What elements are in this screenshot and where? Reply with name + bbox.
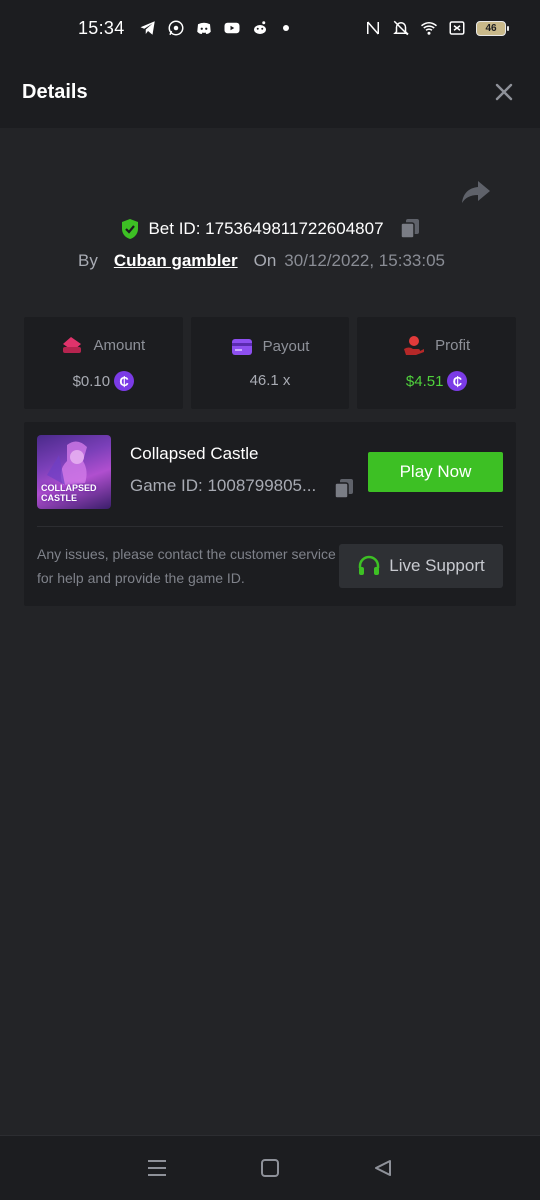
support-hint: Any issues, please contact the customer … — [37, 546, 336, 586]
bet-id: Bet ID: 1753649811722604807 — [148, 219, 384, 238]
stat-label: Profit — [435, 336, 471, 354]
system-icons: 46 — [364, 19, 509, 37]
close-box-icon — [448, 19, 466, 37]
game-thumbnail-label: COLLAPSED CASTLE — [41, 483, 97, 503]
live-support-button[interactable]: Live Support — [339, 544, 503, 588]
copy-icon — [399, 219, 419, 239]
divider — [37, 526, 503, 527]
page-title: Details — [22, 80, 88, 103]
game-id: Game ID: 1008799805... — [130, 476, 317, 495]
wifi-icon — [420, 19, 438, 37]
game-card: COLLAPSED CASTLE Collapsed Castle Game I… — [24, 422, 516, 606]
stat-label: Payout — [262, 338, 310, 355]
coin-icon: ₵ — [447, 371, 468, 391]
telegram-icon — [139, 19, 157, 37]
bet-stats: Amount $0.10 ₵ Payout 46.1 x Profit $4.5… — [24, 317, 517, 409]
bet-id-row: Bet ID: 1753649811722604807 — [0, 214, 540, 244]
live-support-label: Live Support — [389, 556, 485, 575]
reddit-icon — [251, 19, 269, 37]
copy-game-id-button[interactable] — [334, 478, 354, 499]
card-icon — [231, 338, 252, 355]
details-header: Details — [0, 56, 540, 128]
whatsapp-icon — [167, 19, 185, 37]
amount-icon — [63, 337, 82, 353]
discord-icon — [195, 19, 213, 37]
back-button[interactable] — [369, 1154, 397, 1182]
on-label: On — [253, 251, 277, 270]
system-nav-bar — [0, 1135, 540, 1200]
by-label: By — [78, 251, 98, 270]
stat-payout: Payout 46.1 x — [190, 317, 350, 409]
game-thumbnail[interactable]: COLLAPSED CASTLE — [37, 435, 111, 509]
mute-icon — [392, 19, 410, 37]
stat-amount: Amount $0.10 ₵ — [24, 317, 183, 409]
bet-author-row: By Cuban gambler On 30/12/2022, 15:33:05 — [78, 248, 445, 274]
game-title: Collapsed Castle — [130, 444, 259, 463]
youtube-icon — [223, 19, 241, 37]
menu-icon — [147, 1160, 166, 1176]
status-bar: 15:34 46 — [0, 0, 540, 56]
nfc-icon — [364, 19, 382, 37]
verified-shield-icon — [122, 219, 139, 239]
battery-level: 46 — [485, 22, 497, 34]
play-now-button[interactable]: Play Now — [368, 452, 503, 492]
battery-icon: 46 — [476, 20, 509, 36]
stat-value: 46.1 x — [249, 371, 291, 389]
notification-icons — [139, 19, 289, 37]
copy-bet-id-button[interactable] — [399, 218, 420, 240]
stat-profit: Profit $4.51 ₵ — [357, 317, 517, 409]
back-triangle-icon — [375, 1160, 392, 1176]
home-square-icon — [260, 1159, 279, 1177]
bet-date: 30/12/2022, 15:33:05 — [284, 251, 445, 270]
copy-icon — [334, 479, 353, 499]
coin-icon: ₵ — [114, 371, 135, 391]
stat-value: $4.51 — [405, 372, 444, 390]
share-icon — [462, 181, 490, 203]
dot-icon — [282, 25, 289, 31]
close-icon — [495, 83, 513, 101]
home-button[interactable] — [256, 1154, 284, 1182]
status-time: 15:34 — [78, 17, 125, 38]
close-button[interactable] — [490, 78, 518, 106]
stat-label: Amount — [93, 336, 146, 354]
headset-icon — [359, 555, 380, 575]
profit-icon — [404, 336, 425, 355]
recents-button[interactable] — [143, 1154, 171, 1182]
user-link[interactable]: Cuban gambler — [114, 251, 238, 271]
stat-value: $0.10 — [72, 372, 111, 390]
share-button[interactable] — [460, 178, 492, 206]
